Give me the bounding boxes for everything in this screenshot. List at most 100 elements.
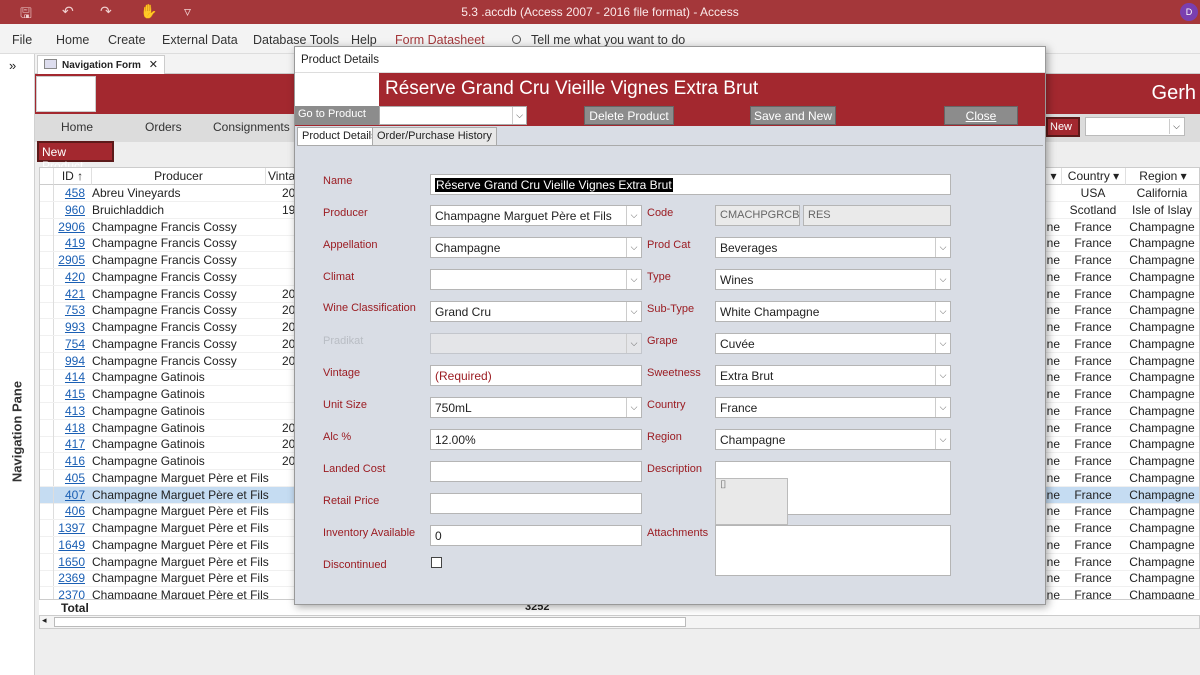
product-id-link[interactable]: 414: [57, 370, 85, 384]
row-selector[interactable]: [40, 402, 54, 419]
row-selector[interactable]: [40, 520, 54, 536]
product-id-link[interactable]: 1649: [57, 538, 85, 552]
menu-create[interactable]: Create: [108, 33, 146, 47]
product-id-link[interactable]: 419: [57, 236, 85, 250]
alc-field[interactable]: 12.00%: [430, 429, 642, 450]
product-id-link[interactable]: 994: [57, 354, 85, 368]
row-selector[interactable]: [40, 419, 54, 436]
nav-button-orders[interactable]: Orders: [145, 120, 182, 134]
product-id-link[interactable]: 407: [57, 488, 85, 502]
row-selector[interactable]: [40, 218, 54, 235]
menu-external-data[interactable]: External Data: [162, 33, 238, 47]
user-avatar[interactable]: D: [1180, 3, 1198, 21]
product-id-link[interactable]: 2369: [57, 571, 85, 585]
product-id-link[interactable]: 417: [57, 437, 85, 451]
sub-type-combo[interactable]: White Champagne ⌵: [715, 301, 951, 322]
row-selector[interactable]: [40, 268, 54, 285]
row-selector[interactable]: [40, 436, 54, 453]
wine-classification-combo[interactable]: Grand Cru ⌵: [430, 301, 642, 322]
row-selector[interactable]: [40, 285, 54, 302]
chevron-down-icon[interactable]: ⌵: [512, 107, 526, 124]
row-selector[interactable]: [40, 352, 54, 369]
row-selector[interactable]: [40, 185, 54, 201]
expand-pane-icon[interactable]: »: [9, 58, 16, 73]
row-selector[interactable]: [40, 369, 54, 386]
chevron-down-icon[interactable]: ⌵: [935, 302, 950, 321]
navigation-pane-label[interactable]: Navigation Pane: [10, 372, 25, 492]
name-field[interactable]: Réserve Grand Cru Vieille Vignes Extra B…: [430, 174, 951, 195]
unit-size-combo[interactable]: 750mL ⌵: [430, 397, 642, 418]
row-selector[interactable]: [40, 553, 54, 570]
scroll-left-icon[interactable]: ◂: [42, 615, 47, 626]
product-id-link[interactable]: 754: [57, 337, 85, 351]
region-combo[interactable]: Champagne ⌵: [715, 429, 951, 450]
tab-product-details[interactable]: Product Details: [297, 127, 382, 145]
delete-product-button[interactable]: Delete Product: [584, 106, 674, 125]
code-suffix-field[interactable]: RES: [803, 205, 951, 226]
menu-form-datasheet[interactable]: Form Datasheet: [395, 33, 485, 47]
close-tab-icon[interactable]: ✕: [149, 58, 158, 71]
close-button[interactable]: Close: [944, 106, 1018, 125]
tab-order-purchase-history[interactable]: Order/Purchase History: [372, 127, 497, 145]
chevron-down-icon[interactable]: ⌵: [626, 238, 641, 257]
country-combo[interactable]: France ⌵: [715, 397, 951, 418]
product-id-link[interactable]: 421: [57, 287, 85, 301]
menu-help[interactable]: Help: [351, 33, 377, 47]
chevron-down-icon[interactable]: ⌵: [935, 398, 950, 417]
discontinued-checkbox[interactable]: [431, 557, 442, 568]
row-selector[interactable]: [40, 570, 54, 587]
product-id-link[interactable]: 2905: [57, 253, 85, 267]
horizontal-scrollbar[interactable]: ◂: [39, 615, 1200, 629]
product-id-link[interactable]: 1650: [57, 555, 85, 569]
grape-combo[interactable]: Cuvée ⌵: [715, 333, 951, 354]
product-id-link[interactable]: 753: [57, 303, 85, 317]
prod-cat-combo[interactable]: Beverages ⌵: [715, 237, 951, 258]
column-header-producer[interactable]: Producer: [92, 168, 266, 185]
code-field[interactable]: CMACHPGRCB: [715, 205, 800, 226]
inventory-field[interactable]: 0: [430, 525, 642, 546]
row-selector[interactable]: [40, 469, 54, 486]
nav-button-home[interactable]: Home: [61, 120, 93, 134]
chevron-down-icon[interactable]: ⌵: [626, 206, 641, 225]
product-id-link[interactable]: 458: [57, 186, 85, 200]
menu-file[interactable]: File: [12, 33, 32, 47]
chevron-down-icon[interactable]: ⌵: [935, 430, 950, 449]
go-to-product-combo[interactable]: ⌵: [379, 106, 527, 125]
row-selector[interactable]: [40, 302, 54, 319]
attachments-field[interactable]: [715, 525, 951, 576]
row-selector[interactable]: [40, 453, 54, 469]
retail-price-field[interactable]: [430, 493, 642, 514]
row-selector[interactable]: [40, 486, 54, 503]
chevron-down-icon[interactable]: ⌵: [935, 238, 950, 257]
chevron-down-icon[interactable]: ⌵: [935, 366, 950, 385]
nav-button-consignments[interactable]: Consignments: [213, 120, 290, 134]
column-header-partial[interactable]: ▾: [1046, 168, 1062, 185]
appellation-combo[interactable]: Champagne ⌵: [430, 237, 642, 258]
tell-me-box[interactable]: Tell me what you want to do: [512, 33, 685, 47]
product-id-link[interactable]: 993: [57, 320, 85, 334]
menu-home[interactable]: Home: [56, 33, 89, 47]
new-product-button[interactable]: New Product: [37, 141, 114, 173]
column-header-country[interactable]: Country ▾: [1062, 168, 1126, 185]
save-and-new-button[interactable]: Save and New: [750, 106, 836, 125]
sweetness-combo[interactable]: Extra Brut ⌵: [715, 365, 951, 386]
row-selector[interactable]: [40, 319, 54, 335]
type-combo[interactable]: Wines ⌵: [715, 269, 951, 290]
chevron-down-icon[interactable]: ⌵: [935, 270, 950, 289]
row-selector[interactable]: [40, 201, 54, 218]
tab-navigation-form[interactable]: Navigation Form ✕: [37, 55, 165, 75]
chevron-down-icon[interactable]: ⌵: [626, 302, 641, 321]
landed-cost-field[interactable]: [430, 461, 642, 482]
scrollbar-thumb[interactable]: [54, 617, 686, 627]
row-selector[interactable]: [40, 503, 54, 520]
chevron-down-icon[interactable]: ⌵: [935, 334, 950, 353]
column-header-id[interactable]: ID ↑: [54, 168, 92, 185]
chevron-down-icon[interactable]: ⌵: [626, 270, 641, 289]
product-id-link[interactable]: 1397: [57, 521, 85, 535]
chevron-down-icon[interactable]: ⌵: [1169, 119, 1183, 134]
menu-database-tools[interactable]: Database Tools: [253, 33, 339, 47]
product-id-link[interactable]: 413: [57, 404, 85, 418]
product-id-link[interactable]: 415: [57, 387, 85, 401]
row-selector[interactable]: [40, 386, 54, 402]
row-selector[interactable]: [40, 252, 54, 268]
